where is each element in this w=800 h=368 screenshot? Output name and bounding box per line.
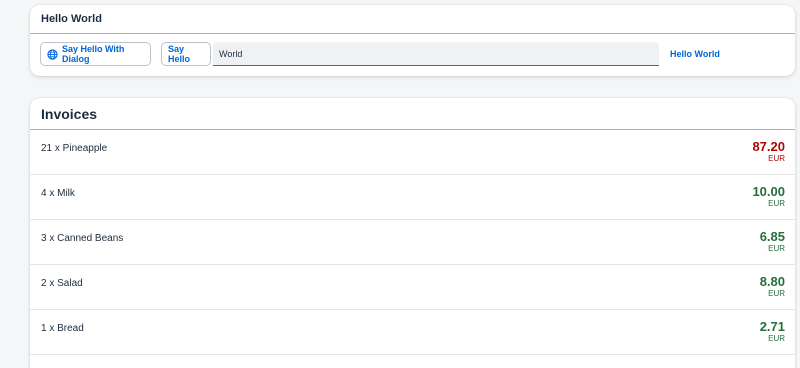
invoice-value: 8.80 — [759, 274, 785, 289]
invoices-panel-title: Invoices — [41, 105, 98, 122]
hello-panel-title: Hello World — [41, 13, 102, 25]
invoice-amount: 2.71 EUR — [760, 320, 785, 344]
invoice-list-item[interactable]: 21 x Pineapple 87.20 EUR — [30, 130, 795, 175]
invoice-amount: 87.20 EUR — [752, 140, 785, 164]
invoice-list-item[interactable]: 2 x Salad 8.80 EUR — [30, 265, 795, 310]
invoice-value: 10.00 — [752, 184, 785, 199]
hello-toolbar: Say Hello With Dialog Say Hello Hello Wo… — [40, 42, 785, 66]
invoice-value: 2.71 — [759, 319, 785, 334]
invoice-name: 21 x Pineapple — [41, 143, 108, 154]
hello-world-link[interactable]: Hello World — [670, 49, 720, 59]
invoice-list-item[interactable]: 1 x Bread 2.71 EUR — [30, 310, 795, 355]
invoice-list-item[interactable]: 3 x Canned Beans 6.85 EUR — [30, 220, 795, 265]
globe-icon — [47, 48, 58, 60]
say-hello-label: Say Hello — [168, 44, 191, 64]
invoice-currency: EUR — [768, 244, 785, 253]
say-hello-button[interactable]: Say Hello — [161, 42, 211, 66]
invoice-currency: EUR — [768, 199, 785, 208]
invoice-name: 3 x Canned Beans — [41, 233, 124, 244]
name-input[interactable] — [213, 42, 659, 66]
invoice-value: 6.85 — [759, 229, 785, 244]
invoice-name: 1 x Bread — [41, 323, 84, 334]
say-hello-with-dialog-button[interactable]: Say Hello With Dialog — [40, 42, 151, 66]
say-hello-with-dialog-label: Say Hello With Dialog — [62, 44, 125, 64]
invoice-list: 21 x Pineapple 87.20 EUR 4 x Milk 10.00 … — [30, 130, 795, 355]
hello-world-panel: Hello World Say Hello With Dialog Say He… — [30, 5, 795, 76]
invoice-amount: 8.80 EUR — [760, 275, 785, 299]
hello-panel-header: Hello World — [30, 5, 795, 34]
invoice-currency: EUR — [768, 289, 785, 298]
invoices-panel: Invoices 21 x Pineapple 87.20 EUR 4 x Mi… — [30, 98, 795, 368]
invoices-panel-header: Invoices — [30, 98, 795, 130]
invoice-amount: 6.85 EUR — [760, 230, 785, 254]
invoice-name: 4 x Milk — [41, 188, 75, 199]
invoice-currency: EUR — [768, 154, 785, 163]
invoice-value: 87.20 — [752, 139, 785, 154]
invoice-currency: EUR — [768, 334, 785, 343]
invoice-list-item[interactable]: 4 x Milk 10.00 EUR — [30, 175, 795, 220]
invoice-name: 2 x Salad — [41, 278, 83, 289]
invoice-amount: 10.00 EUR — [752, 185, 785, 209]
